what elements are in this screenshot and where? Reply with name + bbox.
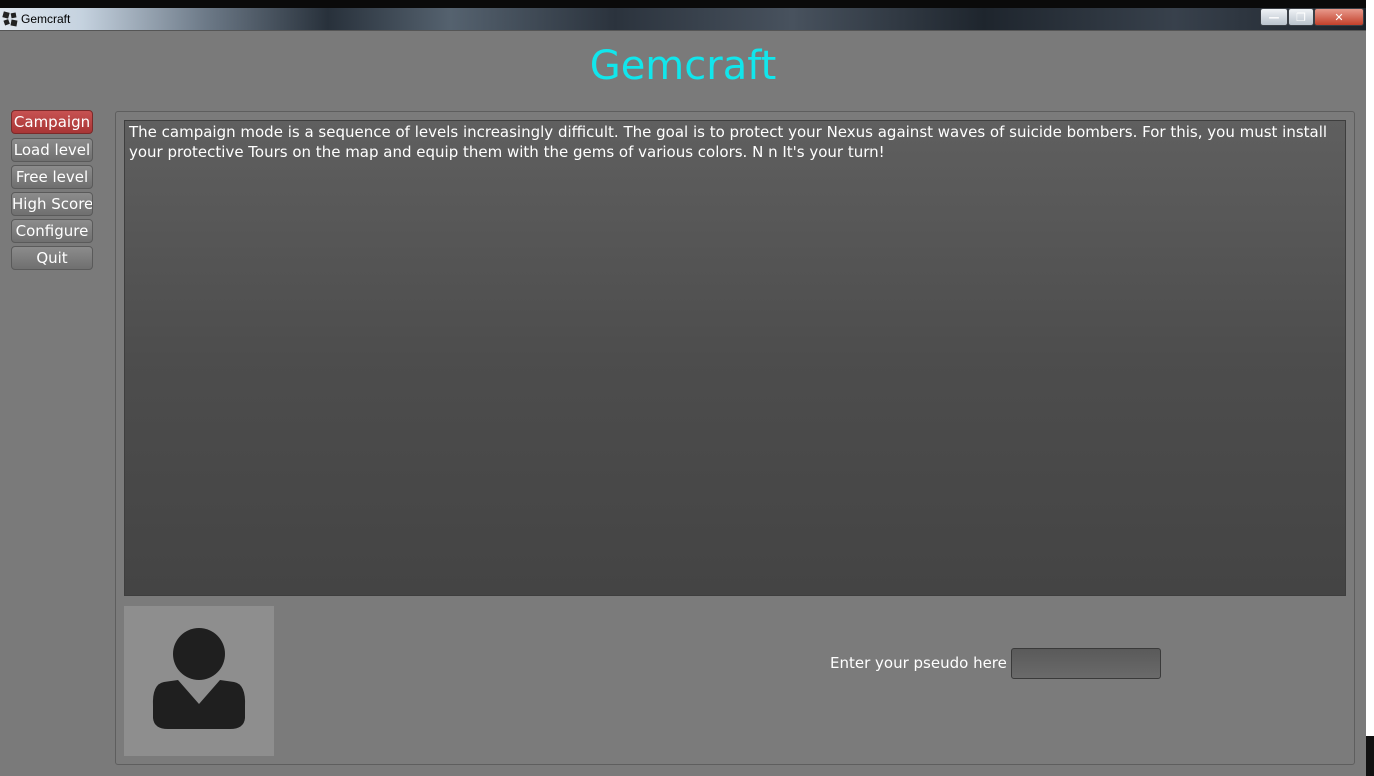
maximize-button[interactable]: ❐ <box>1288 8 1314 26</box>
minimize-button[interactable]: — <box>1260 8 1288 26</box>
pseudo-label: Enter your pseudo here : <box>830 654 1017 672</box>
campaign-description: The campaign mode is a sequence of level… <box>129 123 1328 161</box>
app-title: Gemcraft <box>589 43 777 89</box>
title-bar-background <box>0 8 1366 30</box>
campaign-button[interactable]: Campaign <box>11 110 93 134</box>
close-icon: ✕ <box>1334 10 1344 24</box>
pseudo-input[interactable] <box>1011 648 1161 679</box>
app-window: Gemcraft — ❐ ✕ Gemcraft Campaign Load le… <box>0 0 1366 776</box>
taskbar-edge <box>1366 736 1374 776</box>
user-silhouette-icon <box>124 606 274 756</box>
close-button[interactable]: ✕ <box>1314 8 1364 26</box>
title-bar-top-edge <box>0 0 1366 8</box>
quit-button[interactable]: Quit <box>11 246 93 270</box>
load-level-button[interactable]: Load level <box>11 138 93 162</box>
configure-button[interactable]: Configure <box>11 219 93 243</box>
title-bar[interactable]: Gemcraft — ❐ ✕ <box>0 0 1366 31</box>
high-score-button[interactable]: High Score <box>11 192 93 216</box>
free-level-button[interactable]: Free level <box>11 165 93 189</box>
app-icon[interactable] <box>2 11 18 27</box>
minimize-icon: — <box>1268 10 1280 24</box>
desktop-edge <box>1366 0 1374 776</box>
restore-icon: ❐ <box>1296 10 1306 24</box>
description-panel[interactable]: The campaign mode is a sequence of level… <box>124 120 1346 596</box>
window-title: Gemcraft <box>21 12 71 26</box>
